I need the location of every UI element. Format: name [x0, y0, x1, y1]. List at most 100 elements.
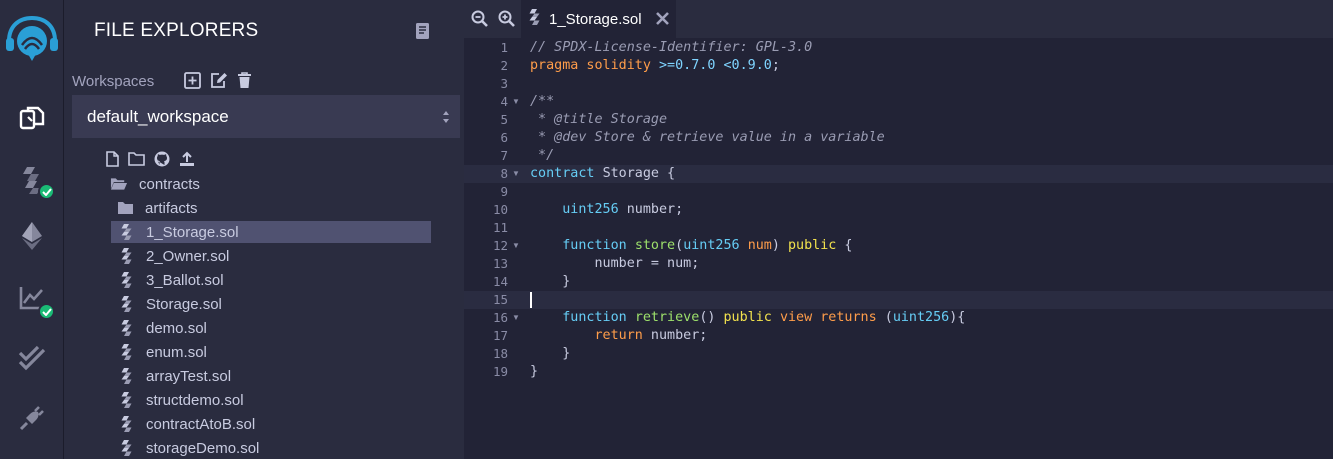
- fold-arrow-icon[interactable]: ▼: [512, 309, 520, 327]
- file-item[interactable]: 2_Owner.sol: [111, 245, 431, 267]
- file-explorer-panel: FILE EXPLORERS Workspaces default_worksp…: [64, 0, 464, 459]
- file-label: arrayTest.sol: [146, 367, 232, 385]
- line-number: 18: [492, 346, 508, 361]
- close-tab-icon[interactable]: [655, 11, 670, 30]
- folder-artifacts[interactable]: artifacts: [116, 197, 198, 219]
- code-line: 19}: [464, 363, 1333, 381]
- code-text: number = num;: [530, 256, 700, 271]
- code-text: */: [530, 148, 555, 163]
- code-text: }: [530, 346, 571, 361]
- solidity-file-icon: [117, 392, 135, 408]
- solidity-file-icon: [529, 9, 540, 29]
- line-number: 7: [500, 148, 508, 163]
- fold-arrow-icon[interactable]: ▼: [512, 93, 520, 111]
- delete-workspace-icon[interactable]: [237, 72, 252, 94]
- github-icon[interactable]: [154, 151, 170, 172]
- folder-label: artifacts: [145, 199, 198, 217]
- file-explorer-icon[interactable]: [0, 96, 64, 140]
- code-line: 13 number = num;: [464, 255, 1333, 273]
- file-item[interactable]: Storage.sol: [111, 293, 431, 315]
- code-text: /**: [530, 94, 555, 109]
- new-file-icon[interactable]: [106, 151, 119, 172]
- folder-contracts[interactable]: contracts: [110, 173, 200, 195]
- line-number: 8: [500, 166, 508, 181]
- file-item[interactable]: enum.sol: [111, 341, 431, 363]
- file-label: Storage.sol: [146, 295, 222, 313]
- zoom-in-icon[interactable]: [498, 10, 515, 32]
- solidity-file-icon: [117, 248, 135, 264]
- upload-icon[interactable]: [179, 151, 195, 172]
- code-text: contract Storage {: [530, 166, 676, 181]
- folder-open-icon: [110, 177, 128, 191]
- code-line: 10 uint256 number;: [464, 201, 1333, 219]
- solidity-compiler-icon[interactable]: [0, 158, 64, 202]
- file-label: storageDemo.sol: [146, 439, 260, 457]
- code-text: }: [530, 274, 571, 289]
- line-number: 5: [500, 112, 508, 127]
- documentation-icon[interactable]: [415, 22, 431, 45]
- file-item[interactable]: arrayTest.sol: [111, 365, 431, 387]
- code-text: uint256 number;: [562, 202, 684, 217]
- fold-arrow-icon[interactable]: ▼: [512, 165, 520, 183]
- file-item[interactable]: contractAtoB.sol: [111, 413, 431, 435]
- line-number: 16: [492, 310, 508, 325]
- line-number: 2: [500, 58, 508, 73]
- line-number: 1: [500, 40, 508, 55]
- code-line: 18 }: [464, 345, 1333, 363]
- add-workspace-icon[interactable]: [184, 72, 201, 94]
- code-line: 1 // SPDX-License-Identifier: GPL-3.0: [464, 39, 1333, 57]
- line-number: 12: [492, 238, 508, 253]
- plugin-manager-icon[interactable]: [0, 396, 64, 440]
- line-number: 11: [492, 220, 508, 235]
- code-line: 12 ▼ function store(uint256 num) public {: [464, 237, 1333, 255]
- line-number: 13: [492, 256, 508, 271]
- editor-tab-active[interactable]: 1_Storage.sol: [521, 0, 676, 38]
- code-line: 8 ▼ contract Storage {: [464, 165, 1333, 183]
- code-area[interactable]: 1 // SPDX-License-Identifier: GPL-3.0 2 pra…: [464, 38, 1333, 459]
- code-line: 2 pragma solidity >=0.7.0 <0.9.0;: [464, 57, 1333, 75]
- panel-title: FILE EXPLORERS: [94, 20, 259, 41]
- solidity-file-icon: [117, 416, 135, 432]
- new-folder-icon[interactable]: [128, 151, 145, 172]
- remix-logo-icon[interactable]: [0, 14, 64, 64]
- analysis-icon[interactable]: [0, 276, 64, 320]
- workspaces-label: Workspaces: [72, 73, 155, 90]
- code-text: return number;: [594, 328, 708, 343]
- line-number: 4: [500, 94, 508, 109]
- file-label: 1_Storage.sol: [146, 223, 239, 241]
- rename-workspace-icon[interactable]: [210, 72, 228, 94]
- code-line: 5 * @title Storage: [464, 111, 1333, 129]
- code-text: * @title Storage: [530, 112, 668, 127]
- code-text: function retrieve() public view returns …: [562, 310, 966, 325]
- text-cursor: [530, 292, 532, 308]
- line-number: 19: [492, 364, 508, 379]
- folder-icon: [116, 201, 134, 215]
- code-text: // SPDX-License-Identifier: GPL-3.0: [530, 40, 813, 55]
- folder-label: contracts: [139, 175, 200, 193]
- unit-test-icon[interactable]: [0, 336, 64, 380]
- code-line: 17 return number;: [464, 327, 1333, 345]
- solidity-file-icon: [117, 320, 135, 336]
- code-line: 9: [464, 183, 1333, 201]
- file-item[interactable]: structdemo.sol: [111, 389, 431, 411]
- code-line: 14 }: [464, 273, 1333, 291]
- code-line: 11: [464, 219, 1333, 237]
- file-label: enum.sol: [146, 343, 207, 361]
- code-text: function store(uint256 num) public {: [562, 238, 853, 253]
- code-line: 3: [464, 75, 1333, 93]
- line-number: 3: [500, 76, 508, 91]
- workspace-select-value: default_workspace: [87, 106, 229, 126]
- workspace-select[interactable]: default_workspace: [72, 95, 460, 138]
- line-number: 15: [492, 292, 508, 307]
- file-item[interactable]: demo.sol: [111, 317, 431, 339]
- file-item[interactable]: storageDemo.sol: [111, 437, 431, 459]
- compile-success-badge-icon: [38, 183, 55, 200]
- fold-arrow-icon[interactable]: ▼: [512, 237, 520, 255]
- line-number: 6: [500, 130, 508, 145]
- zoom-out-icon[interactable]: [471, 10, 488, 32]
- deploy-run-icon[interactable]: [0, 214, 64, 258]
- line-number: 10: [492, 202, 508, 217]
- file-item[interactable]: 1_Storage.sol: [111, 221, 431, 243]
- file-item[interactable]: 3_Ballot.sol: [111, 269, 431, 291]
- code-line: 6 * @dev Store & retrieve value in a var…: [464, 129, 1333, 147]
